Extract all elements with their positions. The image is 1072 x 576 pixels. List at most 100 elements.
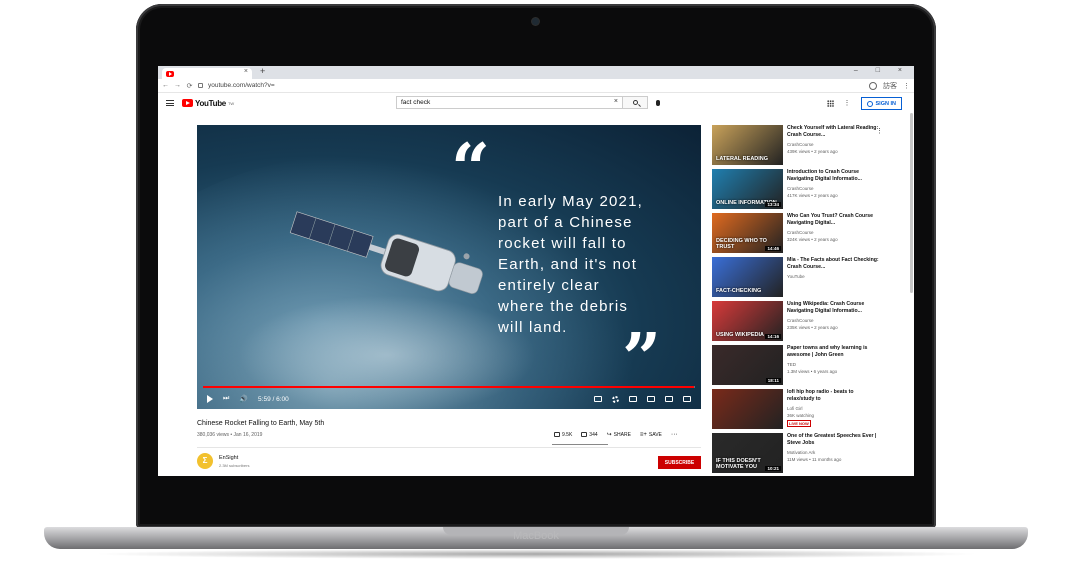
recommendation-views: 36K watching — [787, 413, 815, 418]
recommendation-item[interactable]: 18:11 Paper towns and why learning is awe… — [712, 345, 908, 387]
recommendation-item[interactable]: FACT-CHECKING Mia - The Facts about Fact … — [712, 257, 908, 299]
recommendation-thumbnail[interactable] — [712, 389, 783, 429]
browser-menu-icon[interactable]: ⋮ — [903, 82, 910, 90]
recommendation-item[interactable]: ONLINE INFORMATION 13:34 Introduction to C… — [712, 169, 908, 211]
scrollbar[interactable] — [910, 113, 913, 293]
recommendation-more-icon[interactable]: ⋮ — [876, 127, 883, 135]
more-actions-icon[interactable]: ··· — [671, 431, 678, 438]
recommendation-item[interactable]: LATERAL READING Check Yourself with Later… — [712, 125, 908, 167]
save-button[interactable]: ≡+ SAVE — [640, 432, 662, 438]
header-actions: ⋮ SIGN IN — [826, 97, 902, 110]
thumbnail-overlay-text: LATERAL READING — [716, 156, 769, 162]
fullscreen-icon[interactable] — [683, 396, 691, 402]
recommendation-thumbnail[interactable]: 18:11 — [712, 345, 783, 385]
play-icon[interactable] — [207, 395, 213, 403]
profile-icon[interactable] — [869, 81, 877, 90]
share-arrow-icon: ↪ — [606, 432, 612, 438]
settings-menu-icon[interactable]: ⋮ — [844, 100, 851, 107]
search-input[interactable]: fact check × — [396, 96, 622, 109]
channel-subscribers: 2.3M subscribers — [219, 463, 250, 468]
next-video-icon[interactable]: ⏭ — [223, 395, 229, 403]
browser-tab[interactable]: × — [162, 68, 252, 79]
volume-icon[interactable]: 🔊 — [239, 395, 248, 403]
profile-label[interactable]: 訪客 — [883, 81, 897, 91]
recommendation-thumbnail[interactable]: LATERAL READING — [712, 125, 783, 165]
apps-grid-icon[interactable] — [826, 100, 834, 107]
dislike-count: 344 — [589, 431, 598, 438]
live-now-badge: LIVE NOW — [787, 420, 811, 427]
recommendation-title[interactable]: Introduction to Crash Course Navigating … — [787, 169, 879, 183]
recommendation-thumbnail[interactable]: DECIDING WHO TO TRUST 14:46 — [712, 213, 783, 253]
youtube-favicon-icon — [166, 70, 174, 77]
player-controls-right — [594, 395, 691, 403]
recommendation-title[interactable]: Who Can You Trust? Crash Course Navigati… — [787, 213, 879, 227]
recommendation-title[interactable]: lofi hip hop radio - beats to relax/stud… — [787, 389, 879, 403]
video-player[interactable]: “ In early May 2021, part of a Chinese r… — [197, 125, 701, 409]
recommendation-title[interactable]: One of the Greatest Speeches Ever | Stev… — [787, 433, 879, 447]
recommendation-channel[interactable]: CrashCourse — [787, 186, 814, 191]
share-button[interactable]: ↪ SHARE — [606, 431, 631, 439]
dislike-button[interactable]: 344 — [581, 431, 598, 438]
lock-icon[interactable] — [198, 83, 203, 88]
quote-line: entirely clear — [498, 277, 600, 294]
subscribe-button[interactable]: SUBSCRIBE — [658, 456, 701, 469]
recommendation-thumbnail[interactable]: ONLINE INFORMATION 13:34 — [712, 169, 783, 209]
clear-search-icon[interactable]: × — [614, 98, 618, 105]
duration-badge: 10:21 — [765, 466, 781, 471]
recommendation-item[interactable]: DECIDING WHO TO TRUST 14:46 Who Can You Tr… — [712, 213, 908, 255]
quote-text: In early May 2021, part of a Chinese roc… — [498, 191, 688, 338]
recommendation-item[interactable]: USING WIKIPEDIA 14:16 Using Wikipedia: Cra… — [712, 301, 908, 343]
theater-mode-icon[interactable] — [647, 396, 655, 402]
recommendation-thumbnail[interactable]: IF THIS DOESN'T MOTIVATE YOU 10:21 — [712, 433, 783, 473]
youtube-play-logo-icon — [182, 99, 193, 107]
laptop-shadow — [90, 549, 982, 559]
captions-icon[interactable] — [594, 396, 602, 402]
recommendation-thumbnail[interactable]: USING WIKIPEDIA 14:16 — [712, 301, 783, 341]
settings-gear-icon[interactable] — [612, 395, 619, 403]
channel-avatar[interactable]: Σ — [197, 453, 213, 469]
back-icon[interactable]: ← — [162, 82, 169, 89]
recommendation-views: 417K views • 2 years ago — [787, 193, 838, 198]
recommendation-item[interactable]: lofi hip hop radio - beats to relax/stud… — [712, 389, 908, 431]
recommendation-channel[interactable]: TED — [787, 362, 796, 367]
hamburger-menu-icon[interactable] — [166, 100, 174, 106]
recommendation-title[interactable]: Check Yourself with Lateral Reading: Cra… — [787, 125, 879, 139]
screen: × + – □ × ← → ⟳ youtube.com/watch?v= 訪客 … — [158, 66, 914, 476]
duration-badge: 14:16 — [765, 334, 781, 339]
recommendation-thumbnail[interactable]: FACT-CHECKING — [712, 257, 783, 297]
miniplayer-icon[interactable] — [629, 396, 637, 402]
divider — [197, 447, 701, 448]
youtube-logo[interactable]: YouTube TW — [182, 99, 234, 108]
sign-in-button[interactable]: SIGN IN — [860, 97, 902, 110]
microphone-icon[interactable] — [656, 99, 660, 106]
like-button[interactable]: 9.5K — [554, 432, 572, 438]
recommendation-title[interactable]: Paper towns and why learning is awesome … — [787, 345, 879, 359]
recommendation-channel[interactable]: YouTube — [787, 274, 805, 279]
recommendation-channel[interactable]: CrashCourse — [787, 318, 814, 323]
url-field[interactable]: youtube.com/watch?v= — [208, 82, 864, 89]
search-bar: fact check × — [396, 96, 660, 109]
thumbnail-overlay-text: USING WIKIPEDIA — [716, 332, 764, 338]
search-button[interactable] — [622, 96, 648, 109]
forward-icon[interactable]: → — [174, 82, 181, 89]
reload-icon[interactable]: ⟳ — [186, 82, 193, 90]
share-label: SHARE — [613, 431, 631, 438]
video-actions: 9.5K 344 ↪ SHARE ≡+ SAVE ··· — [554, 431, 678, 438]
recommendation-title[interactable]: Using Wikipedia: Crash Course Navigating… — [787, 301, 879, 315]
browser-tabbar: × + – □ × — [158, 66, 914, 79]
cast-icon[interactable] — [665, 396, 673, 402]
recommendation-channel[interactable]: Motivation Ark — [787, 450, 815, 455]
recommendation-channel[interactable]: CrashCourse — [787, 142, 814, 147]
quote-line: In early May 2021, — [498, 193, 643, 210]
tab-close-icon[interactable]: × — [244, 68, 248, 75]
recommendation-title[interactable]: Mia - The Facts about Fact Checking: Cra… — [787, 257, 879, 271]
recommendation-channel[interactable]: Lofi Girl — [787, 406, 803, 411]
sign-in-label: SIGN IN — [875, 100, 896, 107]
recommendation-channel[interactable]: CrashCourse — [787, 230, 814, 235]
channel-name[interactable]: EnSight — [219, 455, 238, 461]
recommendation-item[interactable]: IF THIS DOESN'T MOTIVATE YOU 10:21 One of … — [712, 433, 908, 475]
new-tab-button[interactable]: + — [260, 66, 265, 76]
window-controls[interactable]: – □ × — [854, 67, 910, 74]
youtube-header: YouTube TW fact check × ⋮ SIGN IN — [158, 93, 914, 113]
video-progress-bar[interactable] — [203, 386, 695, 388]
